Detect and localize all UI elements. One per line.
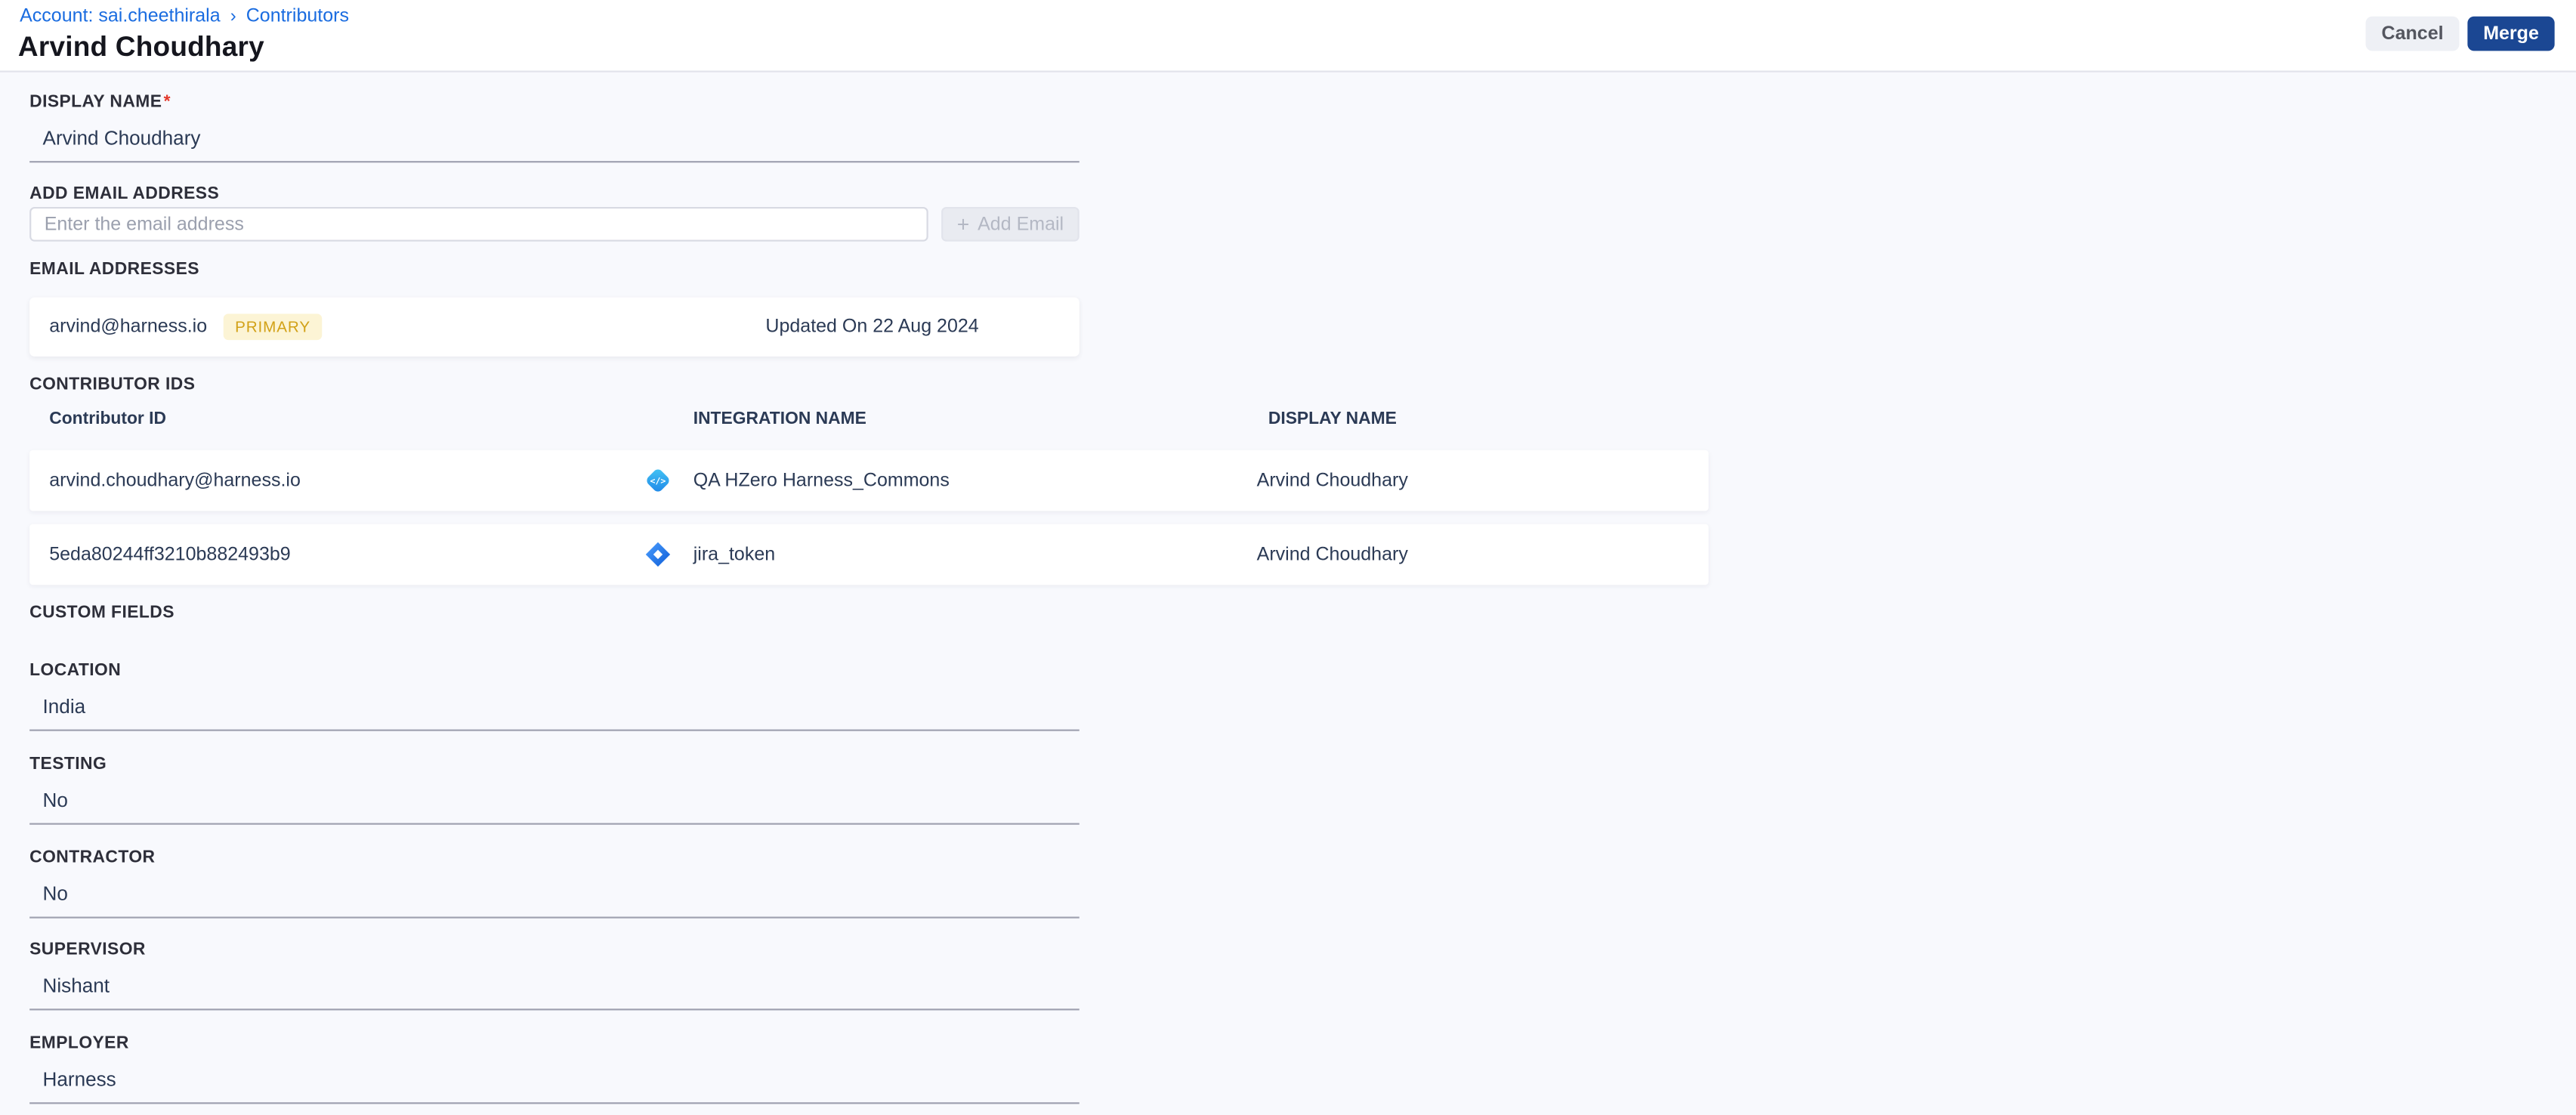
integration-name-cell: jira_token	[693, 544, 776, 565]
code-integration-icon: </>	[647, 469, 669, 492]
merge-button[interactable]: Merge	[2467, 16, 2555, 51]
display-name-input[interactable]	[29, 116, 1080, 163]
jira-icon	[645, 542, 671, 567]
column-header-integration-name: INTEGRATION NAME	[693, 409, 866, 429]
email-addresses-label: EMAIL ADDRESSES	[29, 259, 199, 280]
cancel-button[interactable]: Cancel	[2365, 16, 2460, 51]
breadcrumb: Account: sai.cheethirala › Contributors	[20, 7, 349, 26]
column-header-contributor-id: Contributor ID	[49, 409, 166, 429]
custom-field-location: LOCATION	[29, 660, 1080, 731]
contributor-ids-label: CONTRIBUTOR IDS	[29, 374, 196, 394]
custom-field-contractor: CONTRACTOR	[29, 848, 1080, 919]
primary-badge: PRIMARY	[223, 313, 323, 341]
custom-field-employer: EMPLOYER	[29, 1033, 1080, 1104]
svg-text:</>: </>	[650, 475, 666, 486]
custom-fields-label: CUSTOM FIELDS	[29, 603, 175, 623]
breadcrumb-contributors-link[interactable]: Contributors	[246, 7, 349, 26]
email-address-card: arvind@harness.io PRIMARY Updated On 22 …	[29, 297, 1080, 357]
add-email-label: ADD EMAIL ADDRESS	[29, 184, 220, 204]
table-row: 5eda80244ff3210b882493b9 jira_token Arvi…	[29, 524, 1709, 585]
contractor-label: CONTRACTOR	[29, 848, 156, 868]
add-email-button-label: Add Email	[978, 214, 1064, 234]
display-name-label: DISPLAY NAME *	[29, 91, 171, 112]
table-row: arvind.choudhary@harness.io </> QA HZero…	[29, 449, 1709, 511]
breadcrumb-separator-icon: ›	[230, 6, 236, 26]
add-email-button[interactable]: + Add Email	[941, 207, 1080, 242]
column-header-display-name: DISPLAY NAME	[1268, 409, 1397, 429]
display-name-cell: Arvind Choudhary	[1256, 544, 1408, 565]
plus-icon: +	[956, 212, 970, 237]
contributor-id-cell: arvind.choudhary@harness.io	[49, 471, 301, 491]
page: Account: sai.cheethirala › Contributors Ar…	[0, 0, 2576, 1115]
supervisor-input[interactable]	[29, 964, 1080, 1011]
testing-label: TESTING	[29, 754, 107, 774]
display-name-cell: Arvind Choudhary	[1256, 471, 1408, 491]
integration-name-cell: QA HZero Harness_Commons	[693, 471, 950, 491]
location-label: LOCATION	[29, 660, 122, 681]
employer-input[interactable]	[29, 1058, 1080, 1104]
location-input[interactable]	[29, 684, 1080, 731]
supervisor-label: SUPERVISOR	[29, 939, 146, 960]
testing-input[interactable]	[29, 778, 1080, 825]
display-name-field: DISPLAY NAME *	[29, 92, 1080, 163]
breadcrumb-account-link[interactable]: Account: sai.cheethirala	[20, 7, 221, 26]
contributor-ids-table-header: Contributor ID INTEGRATION NAME DISPLAY …	[29, 409, 1709, 429]
custom-field-supervisor: SUPERVISOR	[29, 940, 1080, 1011]
page-title: Arvind Choudhary	[17, 31, 264, 63]
email-updated-on: Updated On 22 Aug 2024	[765, 317, 979, 337]
email-address-value: arvind@harness.io	[49, 317, 208, 337]
required-asterisk: *	[163, 91, 171, 112]
page-header: Account: sai.cheethirala › Contributors Ar…	[0, 0, 2576, 73]
contributor-id-cell: 5eda80244ff3210b882493b9	[49, 544, 291, 565]
custom-field-testing: TESTING	[29, 754, 1080, 825]
employer-label: EMPLOYER	[29, 1033, 129, 1053]
contractor-input[interactable]	[29, 872, 1080, 919]
add-email-input[interactable]	[29, 207, 928, 242]
